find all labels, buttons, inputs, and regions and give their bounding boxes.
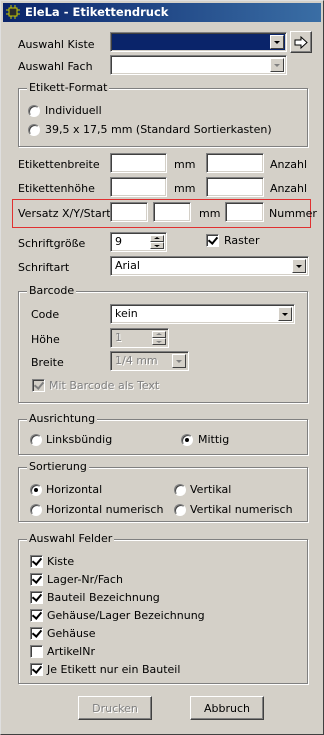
feld-lager-nr-checkbox[interactable]: [30, 573, 43, 586]
etikettenbreite-unit: mm: [174, 158, 196, 171]
chevron-down-icon[interactable]: [270, 35, 284, 49]
radio-vertikal-numerisch[interactable]: [174, 504, 186, 516]
auswahl-fach-combo[interactable]: [110, 55, 287, 75]
spinner-arrows-icon[interactable]: [152, 331, 166, 345]
radio-mittig[interactable]: [181, 434, 193, 446]
schriftgroesse-label: Schriftgröße: [18, 237, 86, 250]
raster-checkbox[interactable]: [206, 234, 219, 247]
feld-je-etikett-label: Je Etikett nur ein Bauteil: [47, 663, 181, 676]
chevron-down-icon[interactable]: [278, 307, 292, 321]
etikettenhoehe-unit: mm: [174, 182, 196, 195]
feld-gehaeuse-label: Gehäuse: [47, 627, 96, 640]
radio-horizontal-numerisch-label: Horizontal numerisch: [46, 503, 164, 516]
sortierung-legend: Sortierung: [27, 460, 89, 473]
feld-bauteil-label: Bauteil Bezeichnung: [47, 591, 160, 604]
abbruch-button[interactable]: Abbruch: [190, 696, 264, 720]
goto-kiste-button[interactable]: [290, 31, 312, 53]
window-title: EleLa - Etikettendruck: [25, 5, 169, 19]
radio-vertikal[interactable]: [174, 484, 186, 496]
schriftart-value: Arial: [115, 259, 140, 272]
barcode-code-value: kein: [115, 307, 138, 320]
feld-gehaeuse-lager-checkbox[interactable]: [30, 609, 43, 622]
ausrichtung-legend: Ausrichtung: [27, 412, 98, 425]
versatz-start-input[interactable]: [225, 202, 264, 222]
barcode-breite-combo[interactable]: 1/4 mm: [110, 351, 189, 371]
barcode-group: Barcode Code kein Höhe 1 Breite 1/4 mm M…: [18, 284, 308, 403]
radio-mittig-label: Mittig: [198, 433, 230, 446]
etikettenhoehe-anzahl-input[interactable]: [206, 177, 264, 197]
schriftgroesse-value: 9: [115, 235, 122, 248]
feld-gehaeuse-checkbox[interactable]: [30, 627, 43, 640]
versatz-nummer-label: Nummer: [269, 207, 317, 220]
etikettenbreite-anzahl-input[interactable]: [206, 153, 264, 173]
etikettenhoehe-anzahl-label: Anzahl: [270, 182, 308, 195]
radio-horizontal-label: Horizontal: [46, 483, 103, 496]
feld-artikelnr-label: ArtikelNr: [47, 645, 95, 658]
versatz-label: Versatz X/Y/Start: [18, 207, 111, 220]
dialog-window: EleLa - Etikettendruck Auswahl Kiste Aus…: [0, 0, 324, 735]
schriftart-label: Schriftart: [18, 261, 70, 274]
barcode-hoehe-value: 1: [115, 331, 122, 344]
radio-vertikal-label: Vertikal: [190, 483, 232, 496]
auswahl-kiste-label: Auswahl Kiste: [18, 38, 95, 51]
etikettenhoehe-label: Etikettenhöhe: [18, 182, 95, 195]
auswahl-kiste-combo[interactable]: [110, 32, 287, 52]
drucken-button-label: Drucken: [92, 702, 138, 715]
mit-barcode-checkbox[interactable]: [32, 379, 45, 392]
versatz-y-input[interactable]: [153, 202, 191, 222]
radio-individuell-label: Individuell: [45, 104, 102, 117]
drucken-button[interactable]: Drucken: [78, 696, 152, 720]
versatz-x-input[interactable]: [110, 202, 148, 222]
etikett-format-group: Etikett-Format Individuell 39,5 x 17,5 m…: [18, 81, 308, 147]
mit-barcode-label: Mit Barcode als Text: [49, 379, 160, 392]
schriftart-combo[interactable]: Arial: [110, 256, 309, 276]
abbruch-button-label: Abbruch: [203, 702, 250, 715]
barcode-legend: Barcode: [27, 284, 77, 297]
feld-lager-nr-label: Lager-Nr/Fach: [47, 573, 123, 586]
radio-horizontal-numerisch[interactable]: [30, 504, 42, 516]
etikettenbreite-anzahl-label: Anzahl: [270, 158, 308, 171]
feld-je-etikett-checkbox[interactable]: [30, 663, 43, 676]
auswahl-felder-group: Auswahl Felder Kiste Lager-Nr/Fach Baute…: [18, 532, 308, 684]
versatz-unit: mm: [199, 207, 221, 220]
sortierung-group: Sortierung Horizontal Vertikal Horizonta…: [18, 460, 308, 522]
radio-horizontal[interactable]: [30, 484, 42, 496]
barcode-hoehe-label: Höhe: [31, 333, 60, 346]
barcode-breite-value: 1/4 mm: [115, 354, 158, 367]
feld-kiste-checkbox[interactable]: [30, 555, 43, 568]
radio-linksbuendig-label: Linksbündig: [46, 433, 113, 446]
barcode-code-combo[interactable]: kein: [110, 304, 295, 324]
radio-standard[interactable]: [28, 124, 40, 136]
arrow-right-icon: [294, 35, 308, 50]
chevron-down-icon[interactable]: [270, 58, 284, 72]
schriftgroesse-spinner[interactable]: 9: [110, 232, 167, 252]
spinner-arrows-icon[interactable]: [150, 235, 164, 249]
etikettenbreite-input[interactable]: [110, 153, 167, 173]
feld-gehaeuse-lager-label: Gehäuse/Lager Bezeichnung: [47, 609, 205, 622]
app-chip-icon: [6, 5, 20, 19]
feld-bauteil-checkbox[interactable]: [30, 591, 43, 604]
chevron-down-icon[interactable]: [292, 259, 306, 273]
barcode-code-label: Code: [31, 308, 60, 321]
raster-label: Raster: [224, 234, 260, 247]
chevron-down-icon[interactable]: [172, 354, 186, 368]
radio-vertikal-numerisch-label: Vertikal numerisch: [190, 503, 293, 516]
radio-linksbuendig[interactable]: [30, 434, 42, 446]
radio-individuell[interactable]: [28, 105, 40, 117]
feld-kiste-label: Kiste: [47, 555, 75, 568]
etikettenhoehe-input[interactable]: [110, 177, 167, 197]
ausrichtung-group: Ausrichtung Linksbündig Mittig: [18, 412, 308, 455]
radio-standard-label: 39,5 x 17,5 mm (Standard Sortierkasten): [45, 123, 272, 136]
auswahl-fach-label: Auswahl Fach: [18, 60, 93, 73]
auswahl-felder-legend: Auswahl Felder: [27, 532, 115, 545]
barcode-hoehe-spinner[interactable]: 1: [110, 328, 169, 348]
title-bar: EleLa - Etikettendruck: [3, 3, 321, 22]
etikett-format-legend: Etikett-Format: [27, 81, 110, 94]
etikettenbreite-label: Etikettenbreite: [18, 158, 100, 171]
barcode-breite-label: Breite: [31, 356, 64, 369]
feld-artikelnr-checkbox[interactable]: [30, 645, 43, 658]
